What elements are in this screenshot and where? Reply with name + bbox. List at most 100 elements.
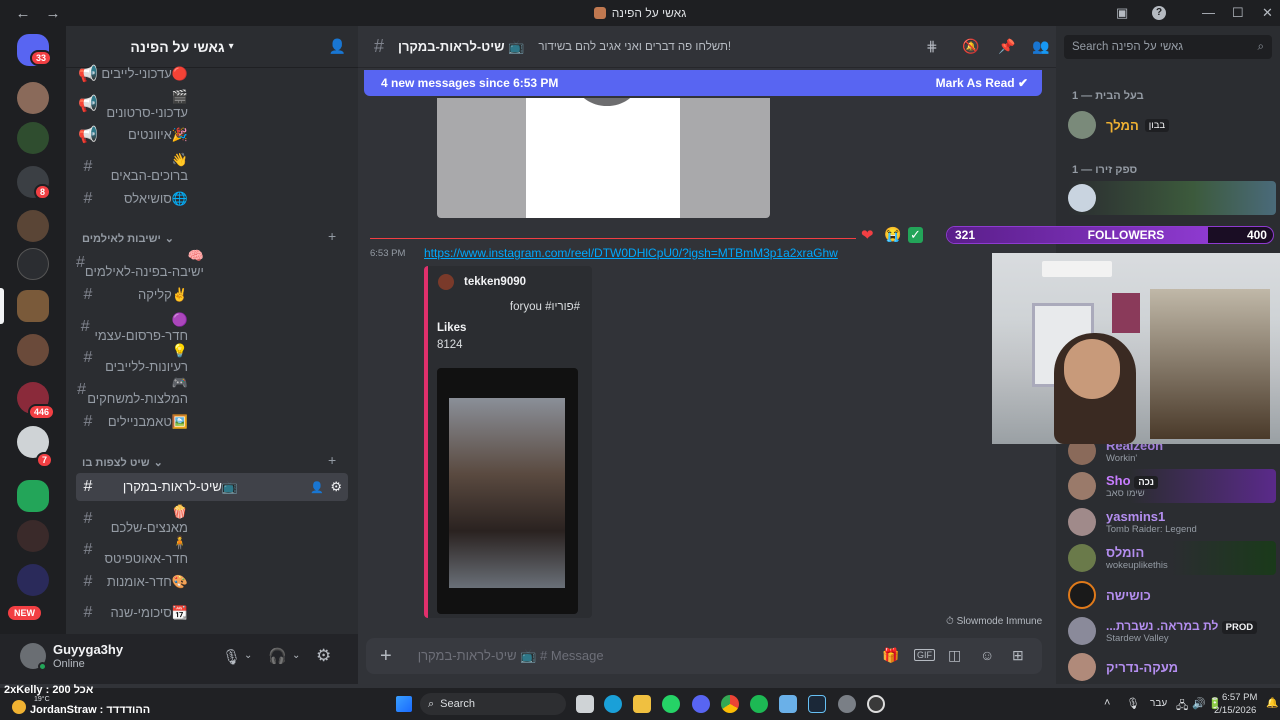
members-icon[interactable]: 👥 bbox=[1032, 38, 1049, 55]
explorer-icon[interactable] bbox=[633, 695, 651, 713]
edge-icon[interactable] bbox=[604, 695, 622, 713]
inbox-icon[interactable]: ▣ bbox=[1116, 5, 1128, 21]
server-icon[interactable] bbox=[17, 248, 49, 280]
headphones-icon[interactable]: 🎧 bbox=[268, 647, 287, 665]
invite-icon[interactable]: 👤 bbox=[310, 481, 324, 494]
embed-author[interactable]: tekken9090 bbox=[464, 276, 526, 288]
server-icon[interactable] bbox=[17, 290, 49, 322]
member-item[interactable]: המלך בבון bbox=[1068, 108, 1276, 142]
microphone-icon[interactable]: 🎙 bbox=[222, 648, 241, 666]
obs-icon[interactable] bbox=[867, 695, 885, 713]
steam-icon[interactable] bbox=[808, 695, 826, 713]
channel-text[interactable]: # 🍿מאנצים-שלכם bbox=[76, 504, 348, 535]
settings-icon[interactable] bbox=[838, 695, 856, 713]
member-item[interactable]: yasmins1 Tomb Raider: Legend bbox=[1068, 505, 1276, 539]
discord-icon[interactable] bbox=[692, 695, 710, 713]
message-input[interactable]: Message # 📺 שיט-לראות-במקרן bbox=[418, 648, 604, 664]
forward-arrow-icon[interactable]: → bbox=[42, 5, 64, 22]
server-icon[interactable] bbox=[17, 334, 49, 366]
chevron-down-icon[interactable]: ⌄ bbox=[244, 650, 252, 661]
previous-embed-image[interactable] bbox=[437, 98, 770, 218]
emoji-icon[interactable]: ☺ bbox=[980, 647, 994, 663]
server-badge: 446 bbox=[28, 404, 56, 420]
language-indicator[interactable]: עבר bbox=[1150, 698, 1167, 709]
channel-text[interactable]: # 🎨חדר-אומנות bbox=[76, 568, 348, 596]
channel-text[interactable]: # 💡רעיונות-ללייבים bbox=[76, 343, 348, 374]
close-button[interactable]: ✕ bbox=[1262, 5, 1273, 21]
volume-icon[interactable]: 🔊 bbox=[1192, 697, 1206, 710]
clock-time[interactable]: 6:57 PM bbox=[1222, 692, 1257, 703]
chevron-down-icon[interactable]: ⌄ bbox=[292, 650, 300, 661]
member-item[interactable] bbox=[1068, 181, 1276, 215]
avatar[interactable] bbox=[438, 274, 454, 290]
start-button[interactable] bbox=[396, 696, 412, 712]
member-item[interactable]: מעקה-נדריק bbox=[1068, 650, 1276, 684]
chrome-icon[interactable] bbox=[721, 695, 739, 713]
add-member-icon[interactable]: 👤 bbox=[329, 38, 346, 55]
gift-icon[interactable]: 🎁 bbox=[882, 647, 899, 664]
embed-thumbnail[interactable] bbox=[437, 368, 578, 614]
server-icon[interactable] bbox=[17, 82, 49, 114]
heart-reaction[interactable]: ❤ bbox=[861, 226, 874, 244]
channel-text[interactable]: # 🧠ישיבה-בפינה-לאילמים bbox=[76, 248, 348, 279]
sticker-icon[interactable]: ◫ bbox=[948, 647, 961, 664]
channel-text[interactable]: # 🌐סושיאלס bbox=[76, 185, 348, 213]
maximize-button[interactable]: ☐ bbox=[1232, 5, 1244, 21]
apps-icon[interactable]: ⊞ bbox=[1012, 647, 1024, 664]
channel-topic[interactable]: !תשלחו פה דברים ואני אגיב להם בשידור bbox=[538, 41, 731, 53]
gif-icon[interactable]: GIF bbox=[914, 649, 935, 661]
threads-icon[interactable]: ⋕ bbox=[926, 38, 938, 55]
channel-text[interactable]: # ✌️קליקה bbox=[76, 281, 348, 309]
whatsapp-icon[interactable] bbox=[662, 695, 680, 713]
server-icon[interactable] bbox=[17, 210, 49, 242]
search-input[interactable]: Search גאשי על הפינה bbox=[1072, 41, 1258, 53]
notepad-icon[interactable] bbox=[779, 695, 797, 713]
tray-mic-icon[interactable]: 🎙 bbox=[1126, 697, 1140, 710]
back-arrow-icon[interactable]: ← bbox=[12, 5, 34, 22]
pin-icon[interactable]: 📌 bbox=[998, 38, 1015, 55]
network-icon[interactable]: 🖧 bbox=[1176, 697, 1188, 716]
username[interactable]: Guyyga3hy bbox=[53, 642, 123, 657]
channel-announcement[interactable]: 📢 🎉איוונטים bbox=[76, 121, 348, 149]
mark-as-read-button[interactable]: Mark As Read ✔ bbox=[936, 76, 1028, 90]
taskview-icon[interactable] bbox=[576, 695, 594, 713]
crying-reaction[interactable]: 😭 bbox=[884, 226, 901, 243]
check-reaction[interactable]: ✓ bbox=[908, 227, 923, 243]
add-attachment-icon[interactable]: + bbox=[380, 645, 392, 668]
channel-text[interactable]: # 📆סיכומי-שנה bbox=[76, 599, 348, 627]
channel-text[interactable]: # 🖼️טאמבניילים bbox=[76, 408, 348, 436]
message-composer[interactable]: + Message # 📺 שיט-לראות-במקרן 🎁 GIF ◫ ☺ … bbox=[366, 638, 1042, 674]
category-header[interactable]: שיט לצפות בו ⌄ bbox=[82, 456, 163, 470]
gear-icon[interactable]: ⚙ bbox=[330, 479, 342, 495]
member-item[interactable]: ...לת במראה. נשברת PROD Stardew Valley bbox=[1068, 614, 1276, 648]
message-link[interactable]: https://www.instagram.com/reel/DTW0DHlCp… bbox=[424, 246, 894, 260]
add-channel-icon[interactable]: + bbox=[328, 452, 336, 468]
category-header[interactable]: ישיבות לאילמים ⌄ bbox=[82, 232, 174, 246]
notification-bell-icon[interactable]: 🔔 bbox=[1266, 698, 1278, 709]
server-icon[interactable] bbox=[17, 480, 49, 512]
member-item[interactable]: כושישה bbox=[1068, 578, 1276, 612]
server-icon[interactable] bbox=[17, 122, 49, 154]
minimize-button[interactable]: — bbox=[1202, 5, 1215, 20]
spotify-icon[interactable] bbox=[750, 695, 768, 713]
gear-icon[interactable]: ⚙ bbox=[316, 646, 331, 666]
mute-bell-icon[interactable]: 🔕 bbox=[962, 38, 979, 55]
tray-chevron-icon[interactable]: ˄ bbox=[1104, 697, 1110, 709]
channel-announcement[interactable]: 📢 🎬עדכוני-סרטונים bbox=[76, 89, 348, 120]
member-item[interactable]: הומלס wokeuplikethis bbox=[1068, 541, 1276, 575]
server-icon[interactable] bbox=[17, 520, 49, 552]
taskbar-search[interactable]: ⌕ Search bbox=[420, 693, 566, 715]
channel-announcement[interactable]: 📢 🔴עדכוני-לייבים bbox=[76, 60, 348, 88]
channel-text[interactable]: # 🧍חדר-אאוטפיטס bbox=[76, 535, 348, 566]
clock-date[interactable]: 2/15/2026 bbox=[1214, 705, 1256, 716]
add-channel-icon[interactable]: + bbox=[328, 228, 336, 244]
channel-text[interactable]: # 🟣חדר-פרסום-עצמי bbox=[76, 312, 348, 343]
server-icon[interactable] bbox=[17, 564, 49, 596]
channel-text[interactable]: # 👋ברוכים-הבאים bbox=[76, 152, 348, 183]
help-icon[interactable]: ? bbox=[1152, 6, 1166, 20]
channel-text[interactable]: # 🎮המלצות-למשחקים bbox=[76, 375, 348, 406]
search-bar[interactable]: Search גאשי על הפינה ⌕ bbox=[1064, 35, 1272, 59]
member-item[interactable]: Sho נכה שימו סאב bbox=[1068, 469, 1276, 503]
channel-text-active[interactable]: # 📺שיט-לראות-במקרן 👤 ⚙ bbox=[76, 473, 348, 501]
new-messages-bar[interactable]: 4 new messages since 6:53 PM Mark As Rea… bbox=[364, 70, 1042, 96]
